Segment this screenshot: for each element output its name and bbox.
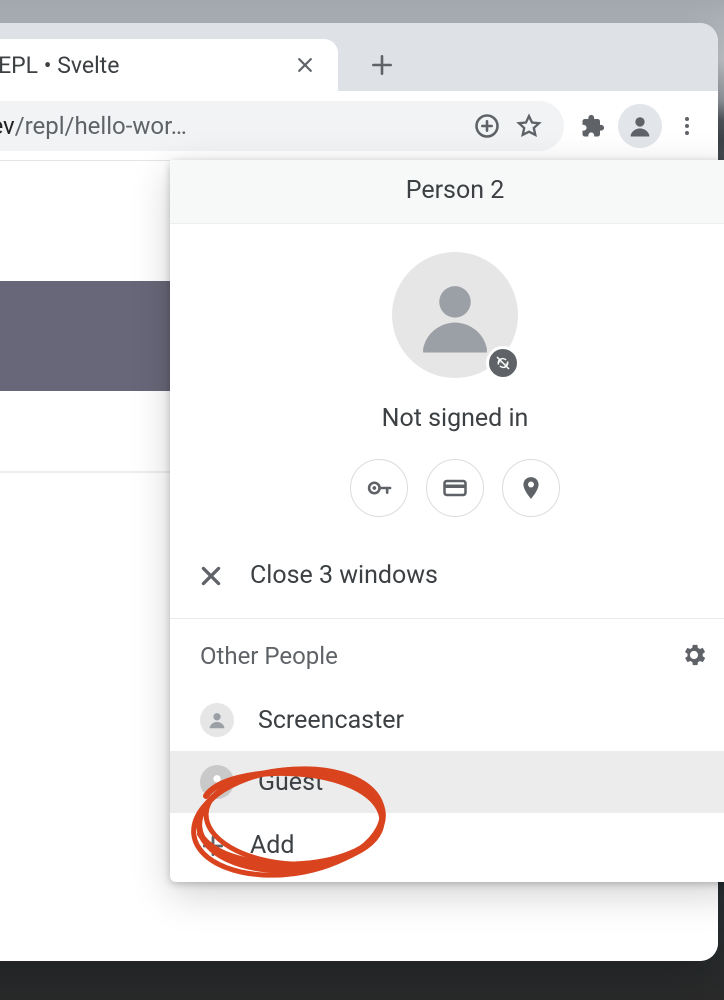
add-to-reading-list-icon[interactable] bbox=[466, 105, 508, 147]
close-tab-icon[interactable] bbox=[292, 52, 318, 78]
quick-actions-row bbox=[350, 459, 560, 517]
address-bar[interactable]: velte.dev/repl/hello-wor… bbox=[0, 101, 564, 151]
profile-avatar-large bbox=[392, 252, 518, 378]
tab-title: world • REPL • Svelte bbox=[0, 52, 292, 79]
extensions-icon[interactable] bbox=[572, 105, 614, 147]
bookmark-star-icon[interactable] bbox=[508, 105, 550, 147]
person-avatar-icon bbox=[200, 765, 234, 799]
browser-tab-active[interactable]: world • REPL • Svelte bbox=[0, 39, 338, 91]
person-row-guest[interactable]: Guest bbox=[170, 751, 724, 813]
payment-methods-button[interactable] bbox=[426, 459, 484, 517]
signin-status-text: Not signed in bbox=[382, 404, 529, 433]
manage-people-gear-icon[interactable] bbox=[680, 641, 710, 671]
profile-avatar-button[interactable] bbox=[618, 104, 662, 148]
other-people-header: Other People bbox=[170, 619, 724, 689]
kebab-menu-icon[interactable] bbox=[666, 105, 708, 147]
close-windows-button[interactable]: Close 3 windows bbox=[170, 533, 724, 618]
person-name: Screencaster bbox=[258, 706, 404, 735]
profile-section: Not signed in bbox=[170, 224, 724, 533]
passwords-button[interactable] bbox=[350, 459, 408, 517]
close-windows-label: Close 3 windows bbox=[250, 561, 438, 590]
new-tab-button[interactable] bbox=[366, 49, 398, 81]
addresses-button[interactable] bbox=[502, 459, 560, 517]
browser-toolbar: velte.dev/repl/hello-wor… bbox=[0, 91, 718, 161]
add-person-button[interactable]: Add bbox=[170, 813, 724, 882]
person-row-screencaster[interactable]: Screencaster bbox=[170, 689, 724, 751]
sync-off-badge-icon bbox=[486, 346, 520, 380]
profile-menu-title: Person 2 bbox=[170, 160, 724, 224]
person-name: Guest bbox=[258, 768, 323, 797]
add-person-label: Add bbox=[250, 831, 295, 860]
tab-strip: world • REPL • Svelte bbox=[0, 23, 718, 91]
other-people-title: Other People bbox=[200, 642, 338, 670]
profile-menu-popup: Person 2 Not signed in Close 3 windows O… bbox=[170, 160, 724, 882]
person-avatar-icon bbox=[200, 703, 234, 737]
url-text: velte.dev/repl/hello-wor… bbox=[0, 112, 460, 140]
